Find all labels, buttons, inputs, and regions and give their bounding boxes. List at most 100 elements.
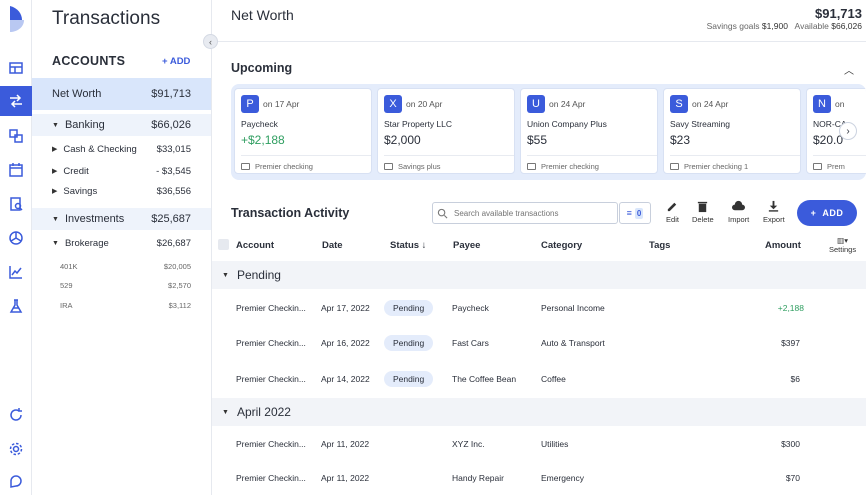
upcoming-card[interactable]: S on 24 Apr Savy Streaming $23 Premier c… xyxy=(663,88,801,174)
cell-account: Premier Checkin... xyxy=(236,303,306,313)
scroll-right-button[interactable]: › xyxy=(839,122,857,140)
filter-button[interactable]: ≡ 0 xyxy=(619,202,651,224)
caret-down-icon: ▼ xyxy=(222,271,229,279)
investments-chart-icon[interactable] xyxy=(4,260,28,284)
sidebar-item-cash-checking[interactable]: ▶ Cash & Checking $33,015 xyxy=(32,139,211,159)
sidebar-item-savings[interactable]: ▶ Savings $36,556 xyxy=(32,181,211,201)
budget-pie-icon[interactable] xyxy=(4,226,28,250)
edit-button[interactable]: Edit xyxy=(666,200,679,224)
import-button[interactable]: Import xyxy=(728,200,749,224)
forecast-icon[interactable] xyxy=(4,294,28,318)
subitem-label: 529 xyxy=(60,281,73,290)
upcoming-card[interactable]: X on 20 Apr Star Property LLC $2,000 Sav… xyxy=(377,88,515,174)
plus-icon: + xyxy=(810,208,817,218)
status-badge: Pending xyxy=(384,335,434,351)
card-payee: Savy Streaming xyxy=(670,119,730,129)
sidebar-subitem-401k[interactable]: 401K $20,005 xyxy=(32,257,211,276)
section-april-2022[interactable]: ▼ April 2022 xyxy=(212,398,866,426)
card-date: on 20 Apr xyxy=(406,99,443,109)
filter-icon: ≡ xyxy=(626,208,632,218)
card-amount: $23 xyxy=(670,133,691,147)
header-summary: Savings goals $1,900 Available $66,026 xyxy=(707,21,862,31)
savings-goals-label: Savings goals xyxy=(706,21,760,31)
accounts-icon[interactable] xyxy=(4,124,28,148)
upcoming-card[interactable]: U on 24 Apr Union Company Plus $55 Premi… xyxy=(520,88,658,174)
cell-amount: $6 xyxy=(790,374,800,384)
dashboard-icon[interactable] xyxy=(4,56,28,80)
sidebar-group-investments[interactable]: ▼ Investments $25,687 xyxy=(32,208,211,230)
sidebar-subitem-529[interactable]: 529 $2,570 xyxy=(32,276,211,295)
cell-date: Apr 16, 2022 xyxy=(321,338,370,348)
add-transaction-button[interactable]: + ADD xyxy=(797,200,857,226)
column-category[interactable]: Category xyxy=(541,240,582,251)
select-all-checkbox[interactable] xyxy=(218,239,229,250)
column-tags[interactable]: Tags xyxy=(649,240,670,251)
reports-icon[interactable] xyxy=(4,192,28,216)
settings-label: Settings xyxy=(829,245,857,254)
cell-category: Coffee xyxy=(541,374,566,384)
cell-amount: $70 xyxy=(785,473,800,483)
delete-button[interactable]: Delete xyxy=(692,200,714,224)
accounts-heading: ACCOUNTS xyxy=(52,54,126,68)
logo[interactable] xyxy=(4,4,28,34)
group-label: Investments xyxy=(64,213,125,225)
divider xyxy=(212,41,866,42)
column-settings-button[interactable]: ▥▾ Settings xyxy=(829,236,856,254)
transactions-icon[interactable] xyxy=(0,86,32,116)
export-button[interactable]: Export xyxy=(763,200,785,224)
upcoming-card[interactable]: N on NOR-CA $20.0 Prem xyxy=(806,88,866,174)
payee-avatar: N xyxy=(813,95,831,113)
caret-down-icon: ▼ xyxy=(52,215,59,223)
settings-gear-icon[interactable] xyxy=(4,437,28,461)
table-row[interactable]: Premier Checkin... Apr 11, 2022 XYZ Inc.… xyxy=(212,427,866,462)
delete-label: Delete xyxy=(692,215,714,224)
card-payee: Paycheck xyxy=(241,119,278,129)
export-label: Export xyxy=(763,215,785,224)
caret-right-icon: ▶ xyxy=(52,168,58,175)
table-row[interactable]: Premier Checkin... Apr 14, 2022 Pending … xyxy=(212,362,866,397)
card-date: on xyxy=(835,99,845,109)
sidebar-subitem-ira[interactable]: IRA $3,112 xyxy=(32,296,211,315)
calendar-icon[interactable] xyxy=(4,158,28,182)
subitem-label: 401K xyxy=(60,262,78,271)
cell-account: Premier Checkin... xyxy=(236,473,306,483)
cell-payee: Fast Cars xyxy=(452,338,489,348)
column-payee[interactable]: Payee xyxy=(453,240,480,251)
help-icon[interactable] xyxy=(4,470,28,494)
sidebar-item-net-worth[interactable]: Net Worth $91,713 xyxy=(32,78,211,110)
card-account-label: Savings plus xyxy=(398,162,441,171)
sidebar-item-brokerage[interactable]: ▼ Brokerage $26,687 xyxy=(32,233,211,253)
sidebar-group-banking[interactable]: ▼ Banking $66,026 xyxy=(32,114,211,136)
table-row[interactable]: Premier Checkin... Apr 17, 2022 Pending … xyxy=(212,291,866,326)
column-date[interactable]: Date xyxy=(322,240,343,251)
section-pending[interactable]: ▼ Pending xyxy=(212,261,866,289)
collapse-sidebar-button[interactable]: ‹ xyxy=(203,34,218,49)
cell-category: Personal Income xyxy=(541,303,605,313)
cell-date: Apr 11, 2022 xyxy=(321,439,370,449)
credit-card-icon xyxy=(813,163,822,170)
chevron-right-icon: › xyxy=(846,125,850,137)
header-title: Net Worth xyxy=(231,7,294,23)
payee-avatar: X xyxy=(384,95,402,113)
card-amount: $55 xyxy=(527,133,548,147)
refresh-icon[interactable] xyxy=(4,403,28,427)
item-label: Brokerage xyxy=(64,237,109,249)
upcoming-card[interactable]: P on 17 Apr Paycheck +$2,188 Premier che… xyxy=(234,88,372,174)
column-account[interactable]: Account xyxy=(236,240,274,251)
card-account: Premier checking xyxy=(241,155,371,171)
trash-icon xyxy=(698,201,708,213)
card-account-label: Prem xyxy=(827,162,845,171)
sidebar-item-value: $91,713 xyxy=(151,88,191,100)
caret-down-icon: ▼ xyxy=(222,408,229,416)
collapse-upcoming-chevron-up-icon[interactable]: ︿ xyxy=(844,62,854,77)
search-input[interactable] xyxy=(454,208,604,218)
accounts-sidebar: Transactions ‹ ACCOUNTS + ADD Net Worth … xyxy=(32,0,218,495)
savings-goals-value: $1,900 xyxy=(761,21,788,31)
table-row[interactable]: Premier Checkin... Apr 11, 2022 Handy Re… xyxy=(212,461,866,495)
card-amount: +$2,188 xyxy=(241,133,285,147)
column-status[interactable]: Status ↓ xyxy=(390,240,426,251)
table-row[interactable]: Premier Checkin... Apr 16, 2022 Pending … xyxy=(212,326,866,361)
sidebar-item-credit[interactable]: ▶ Credit - $3,545 xyxy=(32,161,211,181)
column-amount[interactable]: Amount xyxy=(765,240,801,251)
add-account-button[interactable]: + ADD xyxy=(162,56,190,67)
